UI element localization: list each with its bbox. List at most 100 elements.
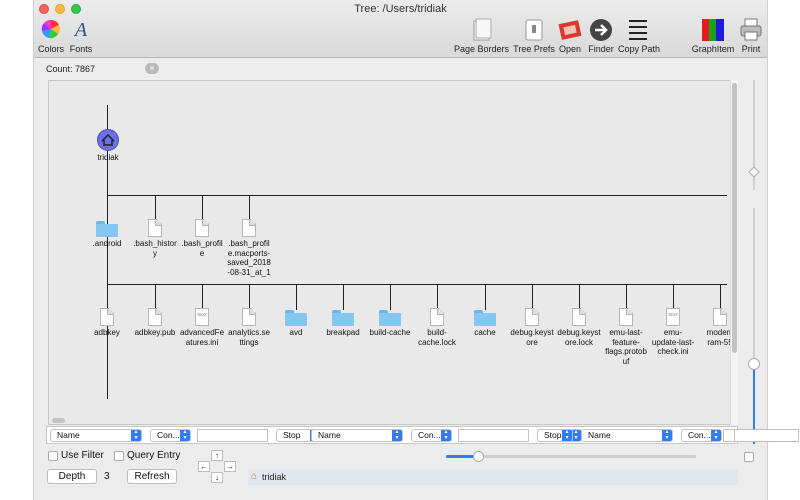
filter-row: Name▴▾Con...▴▾Stop▴▾Name▴▾Con...▴▾Stop▴▾… [46,426,799,444]
text-file-icon: TEXT [666,308,680,326]
tree-node-root[interactable]: tridiak [80,129,136,163]
clear-count-button[interactable]: × [145,63,159,74]
slider-knob[interactable] [748,166,760,178]
tree-connector [532,284,533,310]
file-icon [148,308,162,326]
filter-value-input[interactable] [728,429,799,442]
filter-condition-select[interactable]: Con... ▴ ▾ [150,429,191,442]
file-icon [619,308,633,326]
use-filter-checkbox[interactable] [48,451,58,461]
tree-node-label: .bash_profil e.macports- saved_2018 -08-… [227,239,271,277]
page-borders-button[interactable]: Page Borders [454,18,509,54]
tree-connector [249,195,250,221]
chevron-updown-icon: ▴▾ [392,429,402,441]
tree-connector [343,284,344,310]
tree-node-label: tridiak [97,153,119,162]
home-path-icon: ⌂ [251,471,258,482]
tree-connector [107,195,108,221]
chevron-updown-icon: ▴▾ [180,429,190,441]
folder-icon [379,310,401,326]
filter-field-select[interactable]: Name ▴ ▾ [311,429,403,442]
tree-canvas[interactable]: tridiak .android .bash_histor y .bash_prof… [48,80,736,425]
path-label: tridiak [262,472,287,482]
open-app-icon [558,18,582,42]
depth-button[interactable]: Depth [47,469,97,484]
filter-field-select-text: Name [318,430,341,440]
use-filter-label: Use Filter [61,450,104,461]
option-checkbox[interactable] [744,452,754,462]
filter-condition-select[interactable]: Con... ▴ ▾ [411,429,452,442]
filter-condition-select[interactable]: Con... ▴ ▾ [681,429,722,442]
page-borders-icon [469,18,493,42]
chevron-updown-icon: ▴▾ [662,429,672,441]
tree-connector [202,195,203,221]
zoom-slider[interactable] [747,80,761,190]
path-bar[interactable]: ⌂ tridiak [248,470,738,485]
window-title: Tree: /Users/tridiak [354,3,447,15]
slider-knob[interactable] [473,451,484,462]
filter-value-input[interactable] [458,429,529,442]
open-button[interactable]: Open [557,18,583,54]
color-wheel-icon [39,18,63,42]
file-icon [242,308,256,326]
filter-field-select[interactable]: Name ▴ ▾ [581,429,673,442]
tree-window: Tree: /Users/tridiak Colors A Fonts Page… [33,0,799,500]
scale-slider[interactable] [446,451,696,462]
filter-action-select-text: Stop [544,430,562,440]
filter-field-select[interactable]: Name ▴ ▾ [50,429,142,442]
filter-value-input[interactable] [723,429,735,442]
arrow-right-circle-icon [589,18,613,42]
graphitem-button[interactable]: GraphItem [691,18,735,54]
tree-node[interactable]: .bash_profil e.macports- saved_2018 -08-… [221,219,277,277]
item-count: Count: 7867 [46,64,96,74]
depth-value: 3 [104,471,110,482]
tree-connector [390,284,391,310]
file-icon [572,308,586,326]
file-icon [148,219,162,237]
tree-prefs-button[interactable]: Tree Prefs [512,18,556,54]
nav-down-button[interactable]: ↓ [211,472,223,483]
chevron-updown-icon: ▴▾ [562,429,572,441]
horizontal-scroll-thumb[interactable] [52,418,65,423]
file-icon [242,219,256,237]
list-icon [626,18,650,42]
refresh-button[interactable]: Refresh [127,469,177,484]
vertical-scrollbar[interactable] [730,80,738,425]
slider-knob[interactable] [748,358,760,370]
switch-icon [522,18,546,42]
tree-connector [107,284,727,285]
tree-connector [155,195,156,221]
fonts-button[interactable]: A Fonts [69,18,93,54]
title-bar: Tree: /Users/tridiak Colors A Fonts Page… [34,0,767,58]
filter-condition-select-text: Con... [688,430,711,440]
tree-connector [673,284,674,310]
file-icon [525,308,539,326]
query-entry-checkbox[interactable] [114,451,124,461]
vertical-scroll-thumb[interactable] [732,83,737,353]
filter-field-select-text: Name [588,430,611,440]
chevron-updown-icon: ▴▾ [131,429,141,441]
font-icon: A [74,19,88,41]
finder-button[interactable]: Finder [586,18,616,54]
folder-icon [285,310,307,326]
spacing-slider[interactable] [747,208,761,448]
chevron-updown-icon: ▴▾ [711,429,721,441]
color-bars-icon [701,18,725,42]
file-icon [195,219,209,237]
query-entry-label: Query Entry [127,450,181,461]
chevron-updown-icon: ▴▾ [441,429,451,441]
colors-button[interactable]: Colors [38,18,64,54]
copy-path-button[interactable]: Copy Path [618,18,660,54]
filter-condition-select-text: Con... [418,430,441,440]
tree-connector [720,284,721,310]
tree-connector [485,284,486,310]
filter-action-select[interactable]: Stop▴▾ [537,429,573,442]
nav-left-button[interactable]: ← [198,461,210,472]
print-button[interactable]: Print [737,18,765,54]
filter-condition-select-text: Con... [157,430,180,440]
tree-connector [107,284,108,310]
nav-right-button[interactable]: → [224,461,236,472]
filter-value-input[interactable] [197,429,268,442]
printer-icon [739,18,763,42]
nav-up-button[interactable]: ↑ [211,450,223,461]
